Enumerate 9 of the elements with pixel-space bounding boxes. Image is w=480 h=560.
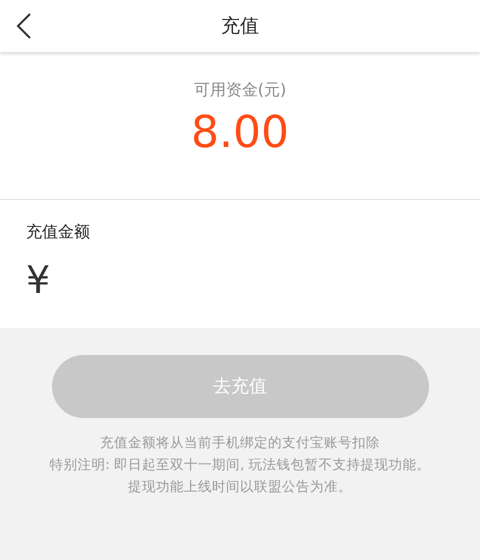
note-text: 提现功能上线时间以联盟公告为准。 xyxy=(128,478,352,497)
note-text: 特别注明: 即日起至双十一期间, 玩法钱包暂不支持提现功能。 xyxy=(49,456,431,475)
balance-label: 可用资金(元) xyxy=(194,79,286,101)
amount-input-field[interactable]: ¥ xyxy=(26,256,454,304)
balance-amount: 8.00 xyxy=(191,106,289,160)
page-title: 充值 xyxy=(221,14,259,39)
amount-label: 充值金额 xyxy=(26,221,91,243)
note-text: 充值金额将从当前手机绑定的支付宝账号扣除 xyxy=(100,434,380,453)
back-icon[interactable] xyxy=(16,13,32,39)
